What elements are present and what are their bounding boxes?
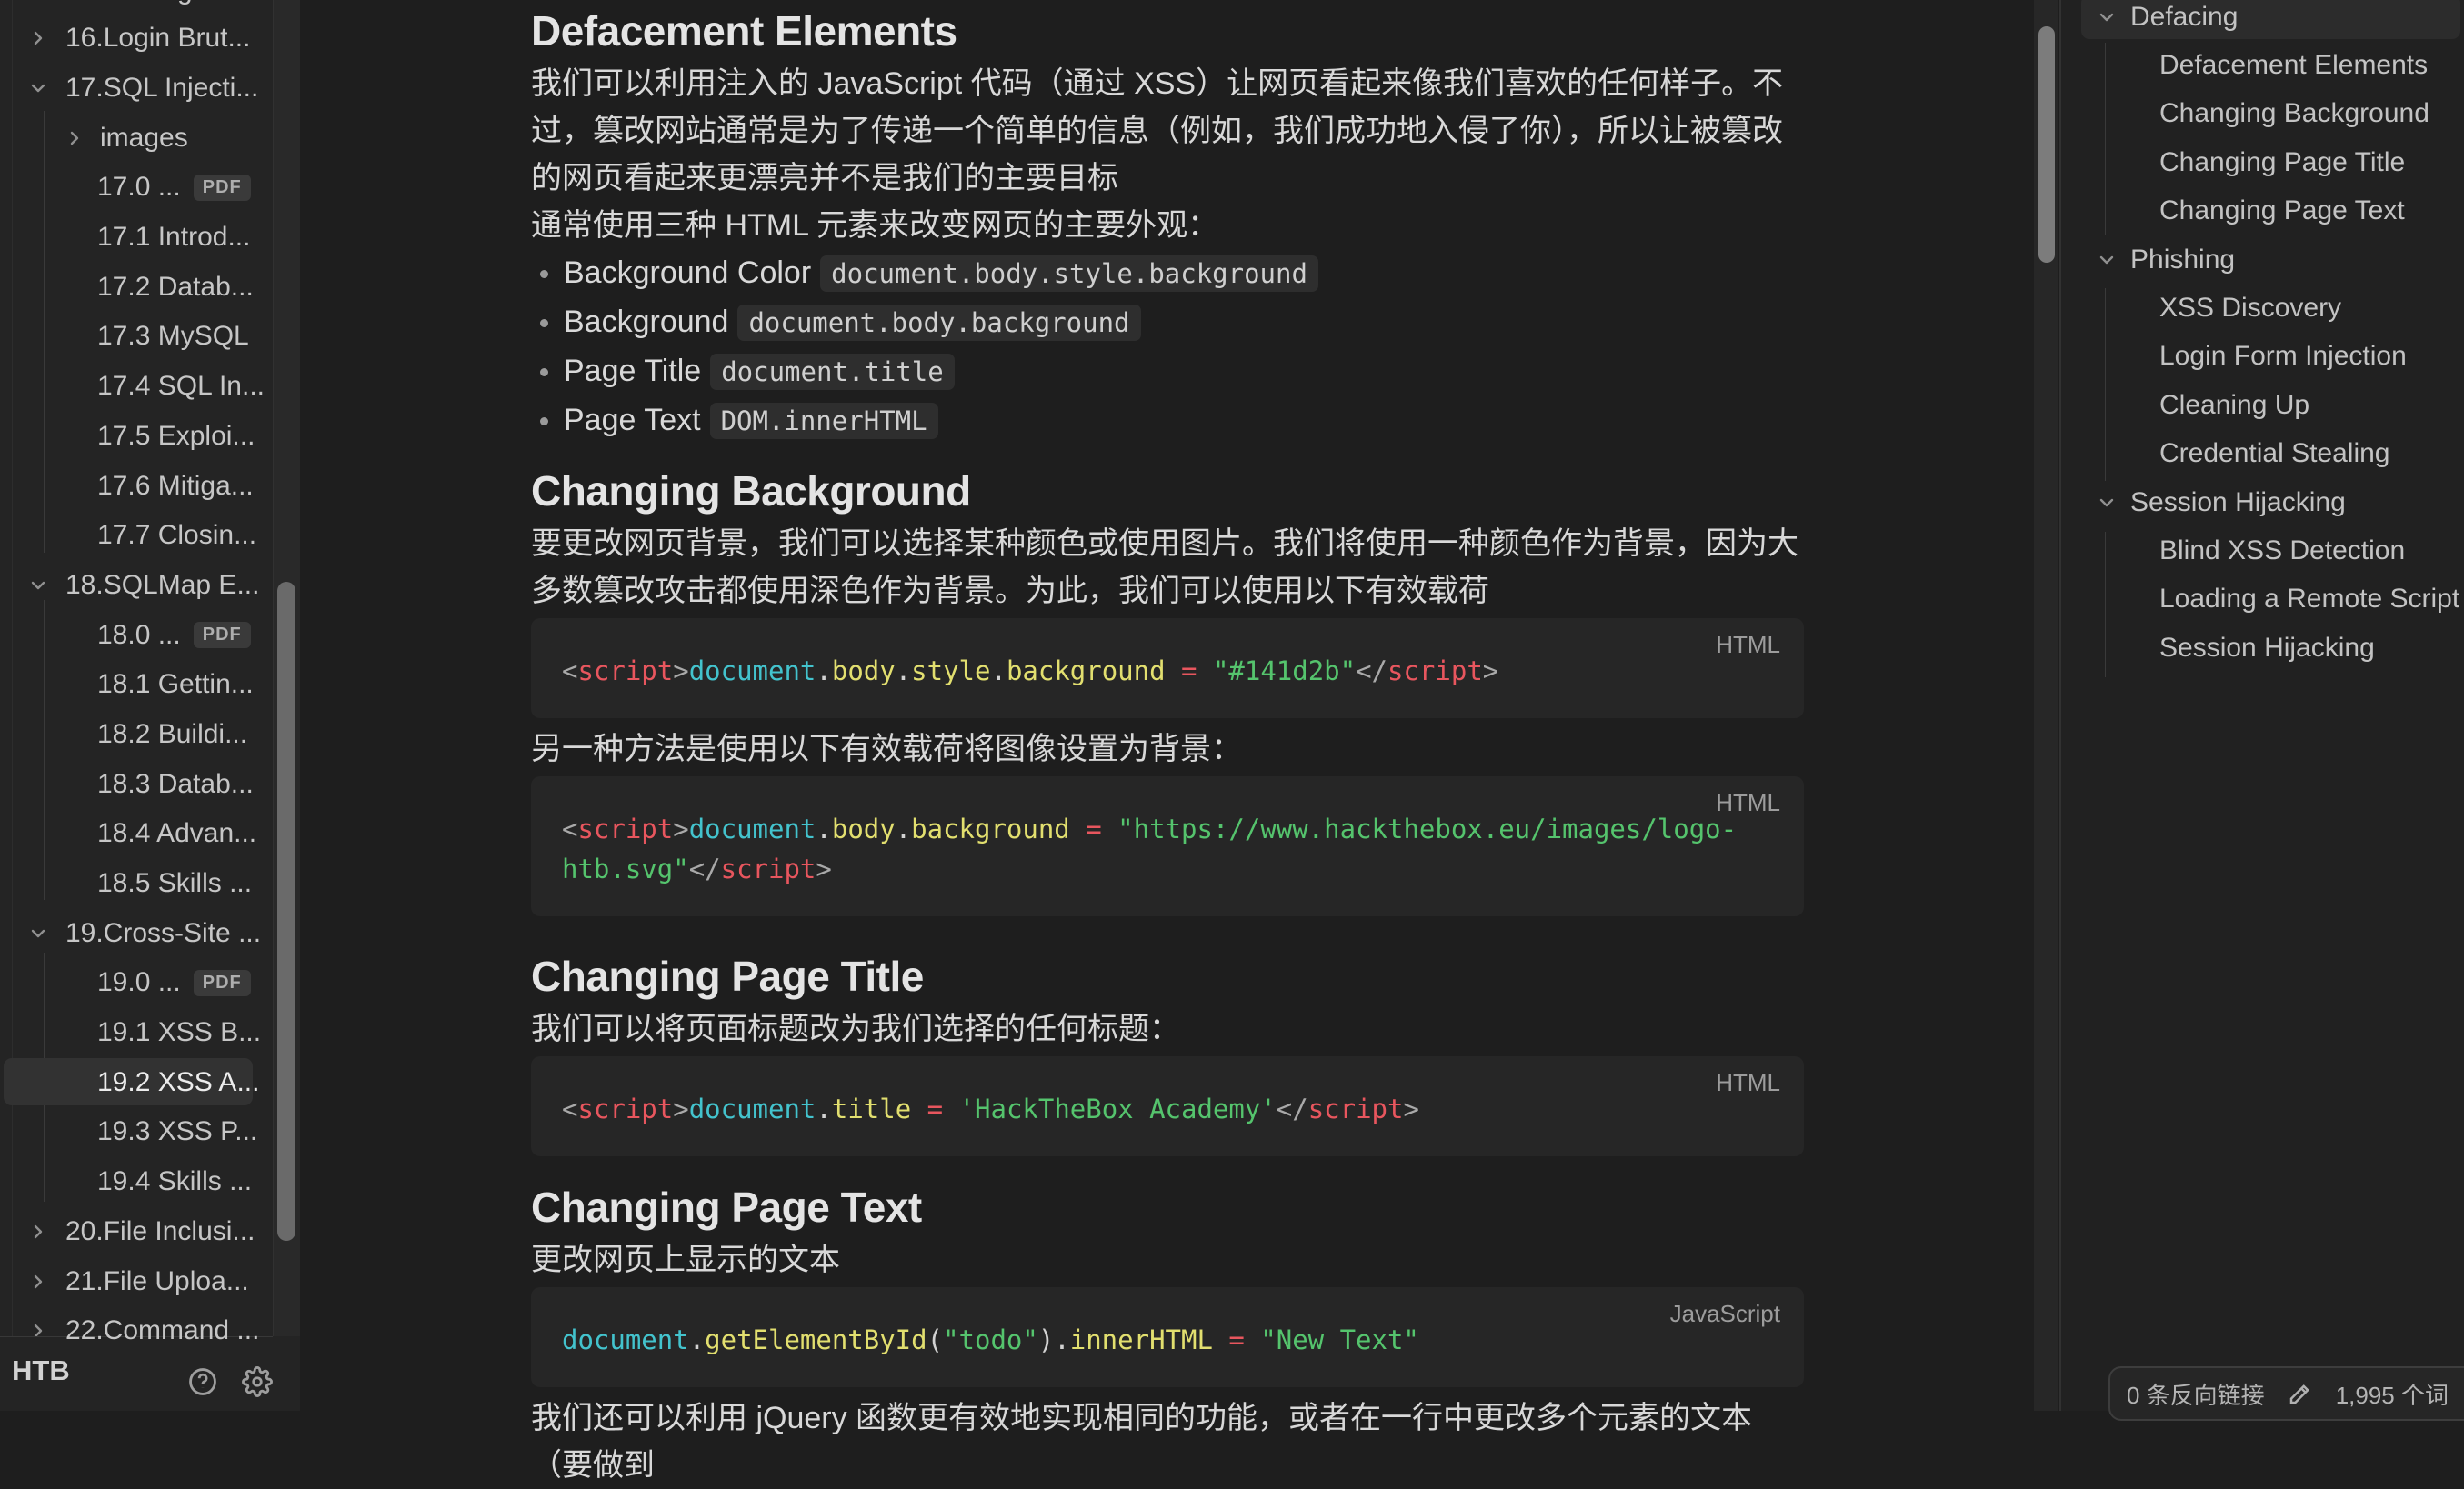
- outline-section-defacing[interactable]: Defacing: [2061, 0, 2464, 41]
- sidebar-item-18-4[interactable]: 18.4 Advan...: [0, 809, 273, 859]
- sidebar-item-19-xss[interactable]: 19.Cross-Site ...: [0, 908, 273, 958]
- code-block-background-color: HTML <script>document.body.style.backgro…: [531, 618, 1804, 718]
- outline-item-loading-remote-script[interactable]: Loading a Remote Script: [2061, 575, 2464, 624]
- sidebar-item-18-3[interactable]: 18.3 Datab...: [0, 759, 273, 809]
- edit-pencil-icon: [2287, 1380, 2314, 1407]
- clipped-top-item: g: [177, 0, 232, 8]
- sidebar-item-16-login-brute[interactable]: 16.Login Brut...: [0, 14, 273, 64]
- outline-panel: Defacing Defacement Elements Changing Ba…: [2061, 0, 2464, 1411]
- chevron-down-icon: [27, 77, 49, 99]
- chevron-right-icon: [27, 1221, 49, 1243]
- file-tree-scrollbar-thumb[interactable]: [277, 582, 295, 1241]
- outline-section-session-hijacking[interactable]: Session Hijacking: [2061, 478, 2464, 526]
- pdf-badge: PDF: [194, 175, 251, 201]
- sidebar-item-17-sql-injection[interactable]: 17.SQL Injecti...: [0, 64, 273, 114]
- sidebar-item-17-6[interactable]: 17.6 Mitiga...: [0, 461, 273, 511]
- chevron-down-icon: [27, 575, 49, 596]
- outline-section-phishing[interactable]: Phishing: [2061, 235, 2464, 284]
- inline-code: document.title: [710, 354, 954, 390]
- outline-item-changing-page-text[interactable]: Changing Page Text: [2061, 187, 2464, 235]
- sidebar-item-17-2[interactable]: 17.2 Datab...: [0, 262, 273, 312]
- help-button[interactable]: [174, 1353, 232, 1411]
- outline-item-credential-stealing[interactable]: Credential Stealing: [2061, 430, 2464, 478]
- outline-item-defacement-elements[interactable]: Defacement Elements: [2061, 41, 2464, 89]
- chevron-down-icon: [2096, 6, 2118, 28]
- paragraph: 更改网页上显示的文本: [531, 1236, 1804, 1284]
- chevron-down-icon: [2096, 249, 2118, 271]
- paragraph: 通常使用三种 HTML 元素来改变网页的主要外观：: [531, 202, 1804, 249]
- file-tree-scrollbar-track[interactable]: [274, 0, 300, 1336]
- note-editor: Defacement Elements 我们可以利用注入的 JavaScript…: [300, 0, 2034, 1411]
- sidebar-item-18-1[interactable]: 18.1 Gettin...: [0, 660, 273, 710]
- sidebar-item-18-5[interactable]: 18.5 Skills ...: [0, 859, 273, 909]
- sidebar-item-17-1[interactable]: 17.1 Introd...: [0, 213, 273, 263]
- sidebar-item-images-folder[interactable]: images: [0, 113, 273, 163]
- outline-item-changing-page-title[interactable]: Changing Page Title: [2061, 138, 2464, 186]
- code-language-label: HTML: [1716, 631, 1780, 659]
- paragraph: 我们可以利用注入的 JavaScript 代码（通过 XSS）让网页看起来像我们…: [531, 60, 1804, 202]
- defacement-elements-list: Background Colordocument.body.style.back…: [531, 249, 1804, 445]
- outline-item-cleaning-up[interactable]: Cleaning Up: [2061, 381, 2464, 429]
- outline-tree: Defacing Defacement Elements Changing Ba…: [2061, 0, 2464, 672]
- outline-item-session-hijacking[interactable]: Session Hijacking: [2061, 624, 2464, 672]
- code-language-label: HTML: [1716, 789, 1780, 817]
- sidebar-item-17-0-pdf[interactable]: 17.0 ... PDF: [0, 163, 273, 213]
- file-tree: 16.Login Brut... 17.SQL Injecti... image…: [0, 14, 273, 1356]
- heading-defacement-elements: Defacement Elements: [531, 7, 1804, 55]
- list-item: Page TextDOM.innerHTML: [531, 396, 1804, 445]
- sidebar-item-19-3[interactable]: 19.3 XSS P...: [0, 1107, 273, 1157]
- chevron-right-icon: [64, 127, 85, 149]
- paragraph: 另一种方法是使用以下有效载荷将图像设置为背景：: [531, 725, 1804, 773]
- clipped-paragraph: 我们还可以利用 jQuery 函数更有效地实现相同的功能，或者在一行中更改多个元…: [531, 1394, 1804, 1489]
- settings-gear-icon[interactable]: [228, 1353, 286, 1411]
- sidebar-item-19-2-selected[interactable]: 19.2 XSS A...: [0, 1057, 273, 1107]
- sidebar-item-18-0-pdf[interactable]: 18.0 ... PDF: [0, 610, 273, 660]
- file-explorer-panel: g 16.Login Brut... 17.SQL Injecti... ima…: [0, 0, 274, 1411]
- sidebar-item-19-0-pdf[interactable]: 19.0 ... PDF: [0, 958, 273, 1008]
- note-content: Defacement Elements 我们可以利用注入的 JavaScript…: [531, 0, 1804, 1489]
- editor-scrollbar-thumb[interactable]: [2038, 26, 2055, 263]
- sidebar-item-20-file-inclusion[interactable]: 20.File Inclusi...: [0, 1207, 273, 1257]
- word-count: 1,995 个词: [2336, 1377, 2449, 1411]
- sidebar-item-19-1[interactable]: 19.1 XSS B...: [0, 1008, 273, 1058]
- pdf-badge: PDF: [194, 970, 251, 996]
- code-block-page-title: HTML <script>document.title = 'HackTheBo…: [531, 1056, 1804, 1156]
- sidebar-item-19-4[interactable]: 19.4 Skills ...: [0, 1157, 273, 1207]
- sidebar-item-21-file-upload[interactable]: 21.File Uploa...: [0, 1256, 273, 1306]
- chevron-down-icon: [2096, 492, 2118, 514]
- backlinks-count[interactable]: 0 条反向链接: [2127, 1377, 2265, 1411]
- code-language-label: HTML: [1716, 1069, 1780, 1097]
- sidebar-item-17-5[interactable]: 17.5 Exploi...: [0, 412, 273, 462]
- chevron-right-icon: [27, 1271, 49, 1293]
- inline-code: document.body.style.background: [820, 255, 1318, 292]
- chevron-down-icon: [27, 923, 49, 944]
- outline-item-changing-background[interactable]: Changing Background: [2061, 90, 2464, 138]
- code-block-background-image: HTML <script>document.body.background = …: [531, 776, 1804, 916]
- sidebar-item-17-4[interactable]: 17.4 SQL In...: [0, 362, 273, 412]
- vault-name[interactable]: HTB: [12, 1354, 70, 1387]
- status-bar: 0 条反向链接 1,995 个词 5: [2108, 1366, 2464, 1421]
- paragraph: 我们可以将页面标题改为我们选择的任何标题：: [531, 1005, 1804, 1053]
- heading-changing-background: Changing Background: [531, 467, 1804, 515]
- paragraph: 要更改网页背景，我们可以选择某种颜色或使用图片。我们将使用一种颜色作为背景，因为…: [531, 520, 1804, 615]
- pdf-badge: PDF: [194, 622, 251, 648]
- heading-changing-page-text: Changing Page Text: [531, 1184, 1804, 1231]
- outline-item-blind-xss-detection[interactable]: Blind XSS Detection: [2061, 526, 2464, 575]
- list-item: Background Colordocument.body.style.back…: [531, 249, 1804, 298]
- list-item: Backgrounddocument.body.background: [531, 298, 1804, 347]
- outline-item-login-form-injection[interactable]: Login Form Injection: [2061, 333, 2464, 381]
- heading-changing-page-title: Changing Page Title: [531, 953, 1804, 1000]
- vault-footer: HTB: [0, 1336, 300, 1411]
- sidebar-item-17-3[interactable]: 17.3 MySQL: [0, 312, 273, 362]
- sidebar-item-18-sqlmap[interactable]: 18.SQLMap E...: [0, 561, 273, 611]
- code-block-page-text: JavaScript document.getElementById("todo…: [531, 1287, 1804, 1387]
- inline-code: document.body.background: [737, 305, 1140, 341]
- outline-item-xss-discovery[interactable]: XSS Discovery: [2061, 284, 2464, 332]
- chevron-right-icon: [27, 27, 49, 49]
- list-item: Page Titledocument.title: [531, 347, 1804, 396]
- sidebar-item-18-2[interactable]: 18.2 Buildi...: [0, 710, 273, 760]
- inline-code: DOM.innerHTML: [710, 403, 938, 439]
- sidebar-item-17-7[interactable]: 17.7 Closin...: [0, 511, 273, 561]
- code-language-label: JavaScript: [1670, 1300, 1780, 1328]
